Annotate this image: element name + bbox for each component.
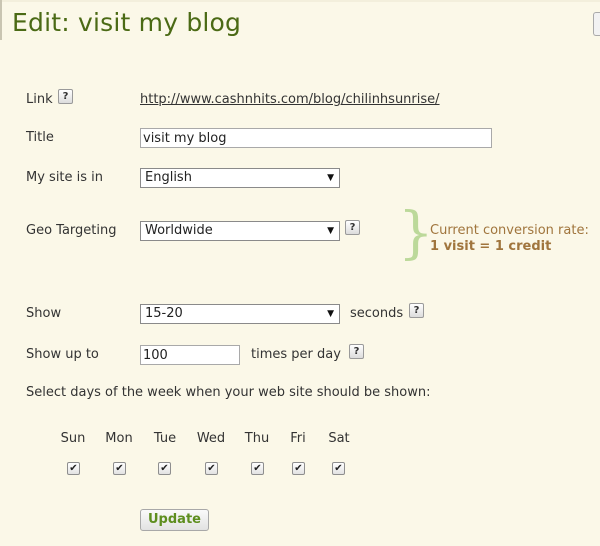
day-label-fri: Fri xyxy=(290,431,306,446)
check-icon: ✔ xyxy=(334,463,343,474)
conversion-rate-label: Current conversion rate: xyxy=(430,223,589,238)
day-checkbox-sun[interactable]: ✔ xyxy=(67,462,80,475)
day-label-mon: Mon xyxy=(105,431,133,446)
language-select[interactable]: English ▼ xyxy=(140,168,340,188)
show-duration-select[interactable]: 15-20 ▼ xyxy=(140,304,340,324)
show-up-to-help-icon[interactable]: ? xyxy=(349,344,364,359)
check-icon: ✔ xyxy=(115,463,124,474)
link-help-icon[interactable]: ? xyxy=(58,89,73,104)
link-label: Link xyxy=(26,92,53,107)
day-checkbox-thu[interactable]: ✔ xyxy=(251,462,264,475)
day-checkbox-wed[interactable]: ✔ xyxy=(205,462,218,475)
day-label-thu: Thu xyxy=(244,431,270,446)
chevron-down-icon: ▼ xyxy=(327,309,334,319)
times-per-day-label: times per day xyxy=(251,347,341,362)
title-input[interactable] xyxy=(140,128,492,148)
geo-help-icon[interactable]: ? xyxy=(345,220,360,235)
conversion-rate-value: 1 visit = 1 credit xyxy=(430,239,552,254)
check-icon: ✔ xyxy=(69,463,78,474)
show-help-icon[interactable]: ? xyxy=(409,303,424,318)
day-label-sun: Sun xyxy=(60,431,86,446)
day-label-wed: Wed xyxy=(196,431,226,446)
day-label-tue: Tue xyxy=(153,431,177,446)
show-duration-value: 15-20 xyxy=(145,306,183,321)
seconds-label: seconds xyxy=(350,306,404,321)
check-icon: ✔ xyxy=(253,463,262,474)
page-title: Edit: visit my blog xyxy=(12,8,242,37)
curly-brace-icon: } xyxy=(398,201,434,266)
show-label: Show xyxy=(26,306,62,321)
top-border xyxy=(0,0,600,2)
check-icon: ✔ xyxy=(160,463,169,474)
show-up-to-label: Show up to xyxy=(26,347,99,362)
day-checkbox-mon[interactable]: ✔ xyxy=(113,462,126,475)
title-label: Title xyxy=(26,130,54,145)
day-checkbox-tue[interactable]: ✔ xyxy=(158,462,171,475)
corner-button[interactable] xyxy=(593,12,600,36)
chevron-down-icon: ▼ xyxy=(327,226,334,236)
language-select-value: English xyxy=(145,170,192,185)
language-label: My site is in xyxy=(26,170,104,185)
day-checkbox-fri[interactable]: ✔ xyxy=(292,462,305,475)
geo-targeting-select-value: Worldwide xyxy=(145,223,213,238)
geo-targeting-label: Geo Targeting xyxy=(26,223,117,238)
day-label-sat: Sat xyxy=(328,431,350,446)
show-up-to-input[interactable] xyxy=(140,345,240,365)
geo-targeting-select[interactable]: Worldwide ▼ xyxy=(140,221,340,241)
day-checkbox-sat[interactable]: ✔ xyxy=(332,462,345,475)
left-border xyxy=(0,0,2,40)
check-icon: ✔ xyxy=(207,463,216,474)
update-button[interactable]: Update xyxy=(140,509,209,531)
days-prompt: Select days of the week when your web si… xyxy=(26,385,431,400)
link-url[interactable]: http://www.cashnhits.com/blog/chilinhsun… xyxy=(140,92,440,107)
check-icon: ✔ xyxy=(294,463,303,474)
chevron-down-icon: ▼ xyxy=(327,173,334,183)
